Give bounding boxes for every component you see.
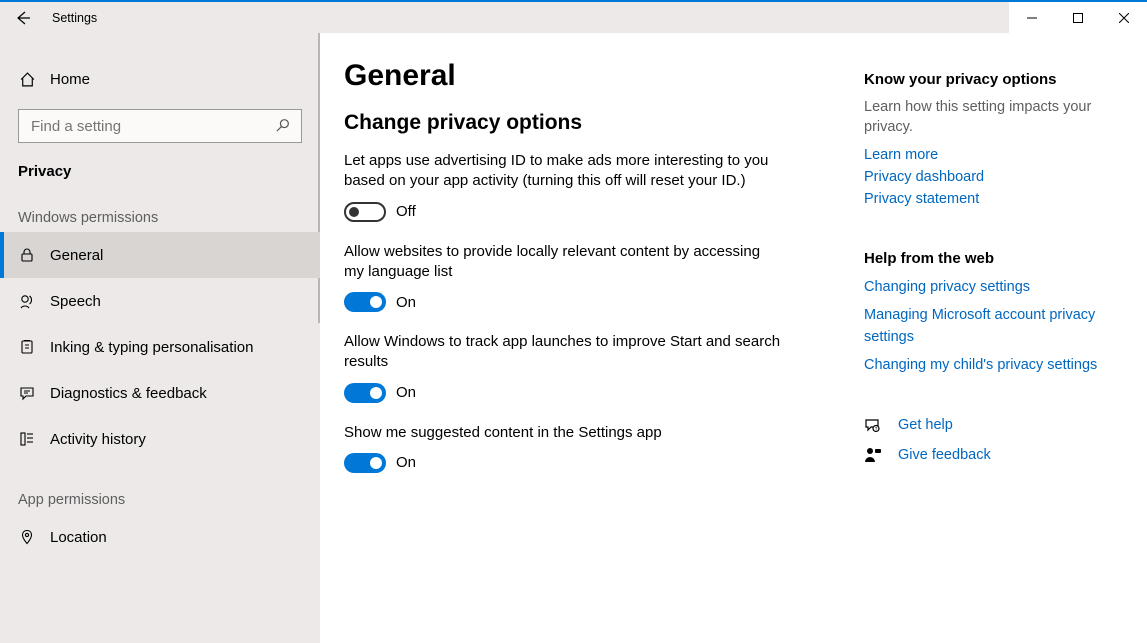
speech-icon bbox=[18, 292, 36, 310]
give-feedback-link[interactable]: Give feedback bbox=[898, 447, 991, 463]
titlebar: Settings bbox=[0, 2, 1147, 33]
know-privacy-block: Know your privacy options Learn how this… bbox=[864, 71, 1104, 210]
toggle-state-label: On bbox=[396, 294, 416, 311]
sidebar-group-windows-permissions: Windows permissions bbox=[0, 180, 320, 232]
sidebar-item-label: Activity history bbox=[50, 431, 146, 448]
toggle-state-label: On bbox=[396, 384, 416, 401]
setting-description: Allow websites to provide locally releva… bbox=[344, 242, 784, 283]
sidebar-item-location[interactable]: Location bbox=[0, 514, 320, 560]
know-privacy-subtext: Learn how this setting impacts your priv… bbox=[864, 98, 1104, 137]
history-icon bbox=[18, 430, 36, 448]
toggle-language-list[interactable] bbox=[344, 292, 386, 312]
sidebar-item-label: General bbox=[50, 247, 103, 264]
link-privacy-dashboard[interactable]: Privacy dashboard bbox=[864, 167, 1104, 189]
close-icon bbox=[1119, 13, 1129, 23]
sidebar-item-label: Speech bbox=[50, 293, 101, 310]
maximize-button[interactable] bbox=[1055, 2, 1101, 33]
setting-description: Allow Windows to track app launches to i… bbox=[344, 332, 784, 373]
help-web-block: Help from the web Changing privacy setti… bbox=[864, 250, 1104, 376]
home-icon bbox=[18, 70, 36, 88]
setting-description: Let apps use advertising ID to make ads … bbox=[344, 151, 784, 192]
sidebar-item-label: Inking & typing personalisation bbox=[50, 339, 253, 356]
sidebar-item-activity-history[interactable]: Activity history bbox=[0, 416, 320, 462]
sidebar-home-label: Home bbox=[50, 71, 90, 88]
sidebar-item-diagnostics-feedback[interactable]: Diagnostics & feedback bbox=[0, 370, 320, 416]
help-web-heading: Help from the web bbox=[864, 250, 1104, 267]
sidebar-item-general[interactable]: General bbox=[0, 232, 320, 278]
minimize-icon bbox=[1027, 13, 1037, 23]
sidebar-home[interactable]: Home bbox=[0, 57, 320, 101]
get-help-row[interactable]: ? Get help bbox=[864, 416, 1104, 434]
maximize-icon bbox=[1073, 13, 1083, 23]
link-changing-privacy-settings[interactable]: Changing privacy settings bbox=[864, 277, 1104, 299]
link-managing-ms-account-privacy[interactable]: Managing Microsoft account privacy setti… bbox=[864, 305, 1104, 349]
search-icon bbox=[275, 118, 291, 134]
setting-suggested-content: Show me suggested content in the Setting… bbox=[344, 423, 848, 473]
sidebar-category-heading: Privacy bbox=[0, 147, 320, 180]
link-learn-more[interactable]: Learn more bbox=[864, 145, 1104, 167]
sidebar-item-inking-typing[interactable]: Inking & typing personalisation bbox=[0, 324, 320, 370]
minimize-button[interactable] bbox=[1009, 2, 1055, 33]
toggle-state-label: On bbox=[396, 454, 416, 471]
search-box[interactable] bbox=[18, 109, 302, 143]
window-title: Settings bbox=[46, 11, 97, 25]
close-button[interactable] bbox=[1101, 2, 1147, 33]
section-title: Change privacy options bbox=[344, 111, 848, 135]
feedback-person-icon bbox=[864, 446, 882, 464]
back-button[interactable] bbox=[0, 2, 46, 33]
toggle-suggested-content[interactable] bbox=[344, 453, 386, 473]
give-feedback-row[interactable]: Give feedback bbox=[864, 446, 1104, 464]
location-icon bbox=[18, 528, 36, 546]
main-column: General Change privacy options Let apps … bbox=[344, 53, 864, 643]
link-changing-child-privacy[interactable]: Changing my child's privacy settings bbox=[864, 355, 1104, 377]
lock-icon bbox=[18, 246, 36, 264]
right-column: Know your privacy options Learn how this… bbox=[864, 53, 1124, 643]
help-bubble-icon: ? bbox=[864, 416, 882, 434]
toggle-advertising-id[interactable] bbox=[344, 202, 386, 222]
toggle-track-app-launches[interactable] bbox=[344, 383, 386, 403]
link-privacy-statement[interactable]: Privacy statement bbox=[864, 189, 1104, 211]
setting-advertising-id: Let apps use advertising ID to make ads … bbox=[344, 151, 848, 222]
sidebar-group-app-permissions: App permissions bbox=[0, 462, 320, 514]
setting-language-list: Allow websites to provide locally releva… bbox=[344, 242, 848, 313]
arrow-left-icon bbox=[15, 10, 31, 26]
feedback-icon bbox=[18, 384, 36, 402]
sidebar: Home Privacy Windows permissions bbox=[0, 33, 320, 643]
clipboard-icon bbox=[18, 338, 36, 356]
know-privacy-heading: Know your privacy options bbox=[864, 71, 1104, 88]
sidebar-item-speech[interactable]: Speech bbox=[0, 278, 320, 324]
svg-text:?: ? bbox=[875, 427, 878, 433]
setting-track-app-launches: Allow Windows to track app launches to i… bbox=[344, 332, 848, 403]
get-help-link[interactable]: Get help bbox=[898, 417, 953, 433]
toggle-state-label: Off bbox=[396, 203, 416, 220]
search-input[interactable] bbox=[29, 117, 275, 136]
content-area: General Change privacy options Let apps … bbox=[320, 33, 1147, 643]
sidebar-item-label: Diagnostics & feedback bbox=[50, 385, 207, 402]
setting-description: Show me suggested content in the Setting… bbox=[344, 423, 784, 443]
page-title: General bbox=[344, 59, 848, 93]
sidebar-item-label: Location bbox=[50, 529, 107, 546]
